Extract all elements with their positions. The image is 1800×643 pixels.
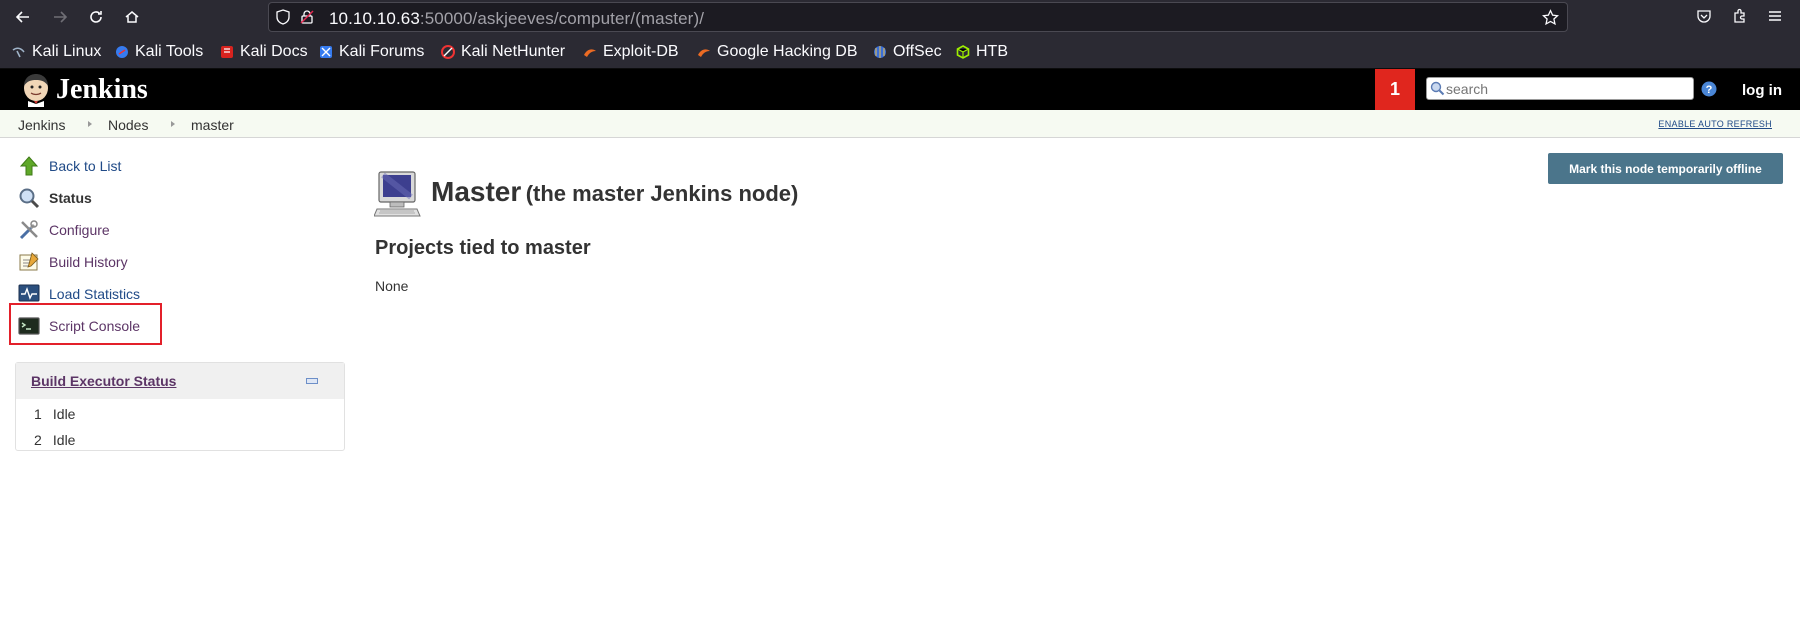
kali-forums-icon <box>320 46 332 58</box>
bookmark-label: Kali NetHunter <box>461 43 566 60</box>
bookmark-offsec[interactable]: OffSec <box>873 43 942 61</box>
search-box[interactable] <box>1426 77 1694 100</box>
htb-icon <box>956 45 970 59</box>
url-bar[interactable]: 10.10.10.63:50000/askjeeves/computer/(ma… <box>268 2 1568 32</box>
bookmark-kali-tools[interactable]: Kali Tools <box>115 43 203 61</box>
task-label: Load Statistics <box>49 286 141 302</box>
task-build-history[interactable]: Build History <box>18 250 128 274</box>
shield-icon[interactable] <box>275 9 291 25</box>
task-label: Status <box>49 190 92 206</box>
bookmark-label: Kali Docs <box>240 43 308 60</box>
reload-icon[interactable] <box>83 4 109 30</box>
bookmark-htb[interactable]: HTB <box>956 43 1008 61</box>
exploit-db-icon <box>584 49 596 57</box>
menu-icon[interactable] <box>1765 6 1785 26</box>
monitor-graph-icon <box>18 284 40 302</box>
bookmark-exploit-db[interactable]: Exploit-DB <box>583 43 679 61</box>
svg-text:?: ? <box>1706 84 1713 96</box>
bookmark-kali-forums[interactable]: Kali Forums <box>319 43 424 61</box>
help-icon[interactable]: ? <box>1701 81 1717 97</box>
up-arrow-icon <box>19 156 39 176</box>
collapse-icon[interactable] <box>306 378 318 384</box>
bookmark-kali-docs[interactable]: Kali Docs <box>220 43 308 61</box>
forward-icon[interactable] <box>47 4 73 30</box>
computer-icon <box>374 171 421 217</box>
task-label: Configure <box>49 222 110 238</box>
magnifier-icon <box>19 188 40 209</box>
task-status[interactable]: Status <box>18 186 92 210</box>
executor-number: 1 <box>34 406 42 422</box>
mark-offline-button[interactable]: Mark this node temporarily offline <box>1548 153 1783 184</box>
page-title: Master (the master Jenkins node) <box>431 176 798 208</box>
bookmark-label: Kali Tools <box>135 43 204 60</box>
node-description: (the master Jenkins node) <box>525 181 799 206</box>
bookmark-google-hacking-db[interactable]: Google Hacking DB <box>697 43 858 61</box>
bookmark-label: Google Hacking DB <box>717 43 858 60</box>
bookmark-label: Kali Forums <box>339 43 425 60</box>
executor-number: 2 <box>34 432 42 448</box>
notification-badge[interactable]: 1 <box>1375 69 1415 110</box>
script-console-highlight <box>9 303 162 345</box>
jenkins-butler-logo-icon[interactable] <box>18 73 54 107</box>
executor-row: 2 Idle <box>34 432 75 448</box>
node-name: Master <box>431 176 522 207</box>
offsec-icon <box>874 46 886 58</box>
bookmark-label: Kali Linux <box>32 43 102 60</box>
projects-heading: Projects tied to master <box>375 237 591 259</box>
url-path: :50000/askjeeves/computer/(master)/ <box>419 9 705 28</box>
breadcrumb: Jenkins Nodes master ENABLE AUTO REFRESH <box>0 110 1800 138</box>
pocket-icon[interactable] <box>1694 6 1714 26</box>
breadcrumb-separator-icon[interactable] <box>88 121 92 127</box>
task-back-to-list[interactable]: Back to List <box>18 154 121 178</box>
kali-docs-icon <box>221 46 233 58</box>
bookmark-kali-linux[interactable]: Kali Linux <box>12 43 101 61</box>
search-icon <box>1430 81 1445 96</box>
bookmark-label: OffSec <box>893 43 942 60</box>
build-executor-status-link[interactable]: Build Executor Status <box>31 373 176 389</box>
kali-tools-icon <box>116 46 128 58</box>
login-link[interactable]: log in <box>1742 82 1782 99</box>
insecure-lock-icon[interactable] <box>299 9 315 25</box>
tools-icon <box>19 220 38 240</box>
breadcrumb-item-nodes[interactable]: Nodes <box>108 117 148 133</box>
notepad-icon <box>19 252 39 271</box>
bookmark-label: HTB <box>976 43 1008 60</box>
task-configure[interactable]: Configure <box>18 218 110 242</box>
build-executor-panel: Build Executor Status 1 Idle 2 Idle <box>15 362 345 451</box>
jenkins-title[interactable]: Jenkins <box>56 74 148 106</box>
executor-status: Idle <box>52 432 76 448</box>
extensions-icon[interactable] <box>1730 6 1750 26</box>
kali-dragon-icon <box>12 47 25 58</box>
task-label: Back to List <box>49 158 122 174</box>
jenkins-header: Jenkins 1 ? log in <box>0 69 1800 110</box>
executor-status: Idle <box>52 406 76 422</box>
bookmark-kali-nethunter[interactable]: Kali NetHunter <box>441 43 565 61</box>
browser-toolbar: 10.10.10.63:50000/askjeeves/computer/(ma… <box>0 0 1800 34</box>
breadcrumb-separator-icon[interactable] <box>171 121 175 127</box>
home-icon[interactable] <box>119 4 145 30</box>
executor-panel-header: Build Executor Status <box>16 363 344 399</box>
search-input[interactable] <box>1446 79 1686 98</box>
projects-none-text: None <box>375 278 409 294</box>
ghdb-icon <box>698 49 710 57</box>
back-icon[interactable] <box>10 4 36 30</box>
bookmarks-bar: Kali Linux Kali Tools Kali Docs Kali For… <box>0 34 1800 69</box>
bookmark-label: Exploit-DB <box>603 43 679 60</box>
url-text: 10.10.10.63:50000/askjeeves/computer/(ma… <box>329 9 704 29</box>
breadcrumb-item-master[interactable]: master <box>191 117 234 133</box>
enable-auto-refresh-link[interactable]: ENABLE AUTO REFRESH <box>1658 119 1772 129</box>
task-label: Build History <box>49 254 128 270</box>
executor-row: 1 Idle <box>34 406 75 422</box>
kali-nethunter-icon <box>441 45 455 59</box>
url-host: 10.10.10.63 <box>329 9 420 28</box>
bookmark-star-icon[interactable] <box>1542 9 1559 26</box>
breadcrumb-item-jenkins[interactable]: Jenkins <box>18 117 65 133</box>
